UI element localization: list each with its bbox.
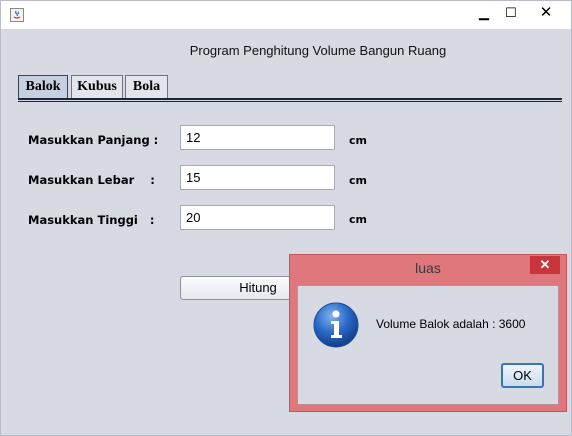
tab-bola[interactable]: Bola bbox=[125, 75, 168, 98]
page-title: Program Penghitung Volume Bangun Ruang bbox=[189, 43, 447, 58]
message-dialog: luas ✕ Volume Balok adalah : 3600 OK bbox=[289, 254, 567, 412]
tab-divider bbox=[18, 98, 562, 100]
maximize-button[interactable]: ☐ bbox=[498, 4, 524, 22]
java-app-icon bbox=[10, 8, 24, 22]
ok-button[interactable]: OK bbox=[501, 363, 544, 388]
tab-kubus[interactable]: Kubus bbox=[71, 75, 123, 98]
title-bar[interactable]: ▁ ☐ ✕ bbox=[1, 1, 571, 29]
dialog-body: Volume Balok adalah : 3600 OK bbox=[297, 285, 559, 405]
minimize-button[interactable]: ▁ bbox=[471, 4, 497, 22]
info-icon bbox=[313, 302, 359, 348]
dialog-close-button[interactable]: ✕ bbox=[530, 256, 560, 274]
lebar-input[interactable] bbox=[180, 165, 335, 190]
tinggi-label: Masukkan Tinggi : bbox=[28, 213, 155, 227]
dialog-title: luas bbox=[415, 260, 441, 276]
tab-balok[interactable]: Balok bbox=[18, 75, 68, 98]
panjang-input[interactable] bbox=[180, 125, 335, 150]
application-window: ▁ ☐ ✕ Program Penghitung Volume Bangun R… bbox=[0, 0, 572, 436]
lebar-unit: cm bbox=[349, 174, 367, 187]
dialog-message: Volume Balok adalah : 3600 bbox=[376, 317, 526, 331]
panjang-label: Masukkan Panjang : bbox=[28, 133, 159, 147]
lebar-label: Masukkan Lebar : bbox=[28, 173, 155, 187]
tinggi-input[interactable] bbox=[180, 205, 335, 230]
tinggi-unit: cm bbox=[349, 213, 367, 226]
close-window-button[interactable]: ✕ bbox=[526, 4, 566, 22]
tab-divider-inner bbox=[18, 101, 562, 102]
panjang-unit: cm bbox=[349, 134, 367, 147]
